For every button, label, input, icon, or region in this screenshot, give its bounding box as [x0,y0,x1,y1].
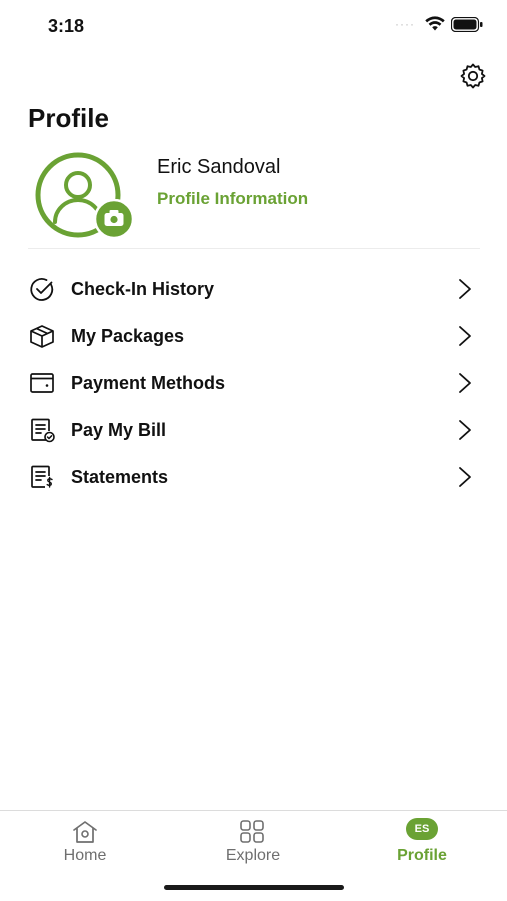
chevron-right-icon [459,467,471,487]
chevron-right-icon [459,279,471,299]
tab-label: Explore [225,847,281,864]
menu-item-payment-methods[interactable]: Payment Methods [0,360,507,407]
home-icon [73,821,97,843]
menu-item-label: My Packages [71,326,185,346]
menu-item-check-in-history[interactable]: Check-In History [0,266,507,313]
status-time: 3:18 [48,16,85,36]
status-indicators: ···· [395,16,483,32]
check-circle-icon [30,278,54,301]
settings-button[interactable] [458,61,488,91]
grid-icon [240,820,264,843]
menu-item-label: Check-In History [71,279,215,299]
tab-home[interactable]: Home [25,811,145,871]
bill-check-icon [31,418,55,443]
camera-icon[interactable] [94,199,134,239]
home-indicator [164,885,344,890]
menu-item-pay-my-bill[interactable]: Pay My Bill [0,407,507,454]
chevron-right-icon [459,373,471,393]
statement-dollar-icon [31,465,53,488]
menu-item-statements[interactable]: Statements [0,454,507,501]
gear-icon [460,63,486,89]
profile-menu: Check-In History My Packages Payment Met… [0,266,507,501]
avatar[interactable] [27,152,135,240]
menu-item-label: Statements [71,467,169,487]
tab-label: Profile [397,847,447,864]
menu-item-my-packages[interactable]: My Packages [0,313,507,360]
tab-label: Home [63,847,107,864]
profile-information-link[interactable]: Profile Information [157,189,308,209]
status-bar: 3:18 ···· [0,0,507,54]
chevron-right-icon [459,420,471,440]
battery-icon [451,16,483,32]
wallet-icon [30,373,54,393]
profile-initials-badge: ES [406,818,438,840]
chevron-right-icon [459,326,471,346]
menu-item-label: Payment Methods [71,373,226,393]
tab-profile[interactable]: ES Profile [362,811,482,871]
user-name: Eric Sandoval [157,156,281,178]
page-title: Profile [28,103,109,133]
package-icon [30,325,54,348]
tab-explore[interactable]: Explore [193,811,313,871]
menu-item-label: Pay My Bill [71,420,167,440]
signal-dots: ···· [395,17,415,31]
divider [28,248,480,249]
wifi-icon [425,16,445,31]
